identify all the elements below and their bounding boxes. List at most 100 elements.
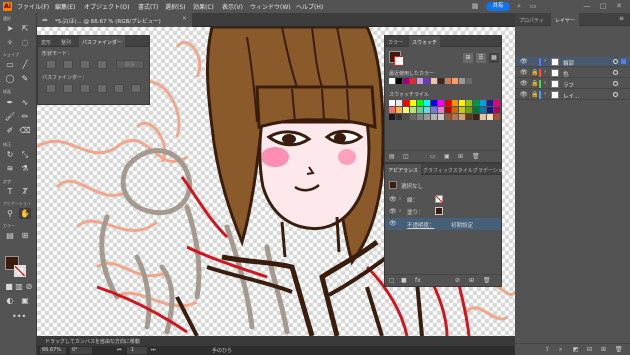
- layer-target-icon[interactable]: [613, 59, 618, 64]
- swatch[interactable]: [389, 107, 395, 113]
- eraser-tool-icon[interactable]: ⌫: [19, 125, 31, 136]
- swatch[interactable]: [410, 114, 416, 120]
- recent-color-swatch[interactable]: [438, 78, 444, 84]
- delete-swatch-icon[interactable]: 🗑: [472, 153, 480, 160]
- recent-color-swatch[interactable]: [466, 78, 472, 84]
- swatch[interactable]: [445, 107, 451, 113]
- direct-selection-tool-icon[interactable]: ⇱: [19, 23, 31, 34]
- swatch[interactable]: [452, 107, 458, 113]
- layer-lock-icon[interactable]: 🔒: [531, 80, 538, 87]
- swatch[interactable]: [438, 100, 444, 106]
- recent-color-swatch[interactable]: [431, 78, 437, 84]
- exclude-button[interactable]: [97, 60, 107, 69]
- more-tools-icon[interactable]: •••: [12, 311, 26, 322]
- swatch[interactable]: [452, 100, 458, 106]
- layer-name[interactable]: 輪郭: [563, 59, 574, 67]
- magic-wand-icon[interactable]: ✧: [4, 37, 16, 48]
- swatch[interactable]: [410, 107, 416, 113]
- swatch[interactable]: [417, 114, 423, 120]
- crop-button[interactable]: [97, 84, 107, 93]
- layer-lock-icon[interactable]: 🔒: [531, 69, 538, 76]
- ellipse-tool-icon[interactable]: ◯: [4, 73, 16, 84]
- delete-layer-icon[interactable]: 🗑: [615, 346, 623, 353]
- layer-name[interactable]: ラフ: [563, 81, 574, 89]
- swatch[interactable]: [487, 107, 493, 113]
- add-stroke-icon[interactable]: ▢: [389, 277, 395, 284]
- fill-row[interactable]: 👁 › 塗り：: [385, 206, 501, 217]
- tab-transform[interactable]: 変形: [41, 36, 51, 47]
- draw-mode-icon[interactable]: ◐: [4, 295, 16, 306]
- mesh-tool-icon[interactable]: ⊞: [19, 230, 31, 241]
- new-layer-icon[interactable]: ⊞: [601, 346, 606, 353]
- swatch[interactable]: [466, 100, 472, 106]
- width-tool-icon[interactable]: ≋: [4, 163, 16, 174]
- stroke-visibility-eye-icon[interactable]: 👁: [389, 196, 397, 203]
- type-on-path-icon[interactable]: Ⱦ: [19, 186, 31, 197]
- layer-expand-chevron-icon[interactable]: ›: [544, 58, 546, 64]
- zoom-tool-icon[interactable]: ⚲: [4, 208, 16, 219]
- layer-visibility-eye-icon[interactable]: 👁: [520, 80, 528, 87]
- swatch[interactable]: [431, 107, 437, 113]
- recent-color-swatch[interactable]: [403, 78, 409, 84]
- scale-tool-icon[interactable]: ⤡: [19, 149, 31, 160]
- current-stroke-swatch[interactable]: [394, 56, 404, 66]
- fill-expand-chevron-icon[interactable]: ›: [399, 208, 401, 214]
- opacity-row[interactable]: 👁 不透明度： 初期設定: [385, 218, 501, 230]
- recent-color-swatch[interactable]: [452, 78, 458, 84]
- layer-row[interactable]: 👁 🔒 › ラフ: [515, 79, 630, 89]
- swatch[interactable]: [459, 107, 465, 113]
- artboard-number-field[interactable]: 1: [127, 347, 147, 354]
- minus-front-button[interactable]: [63, 60, 73, 69]
- gradient-tool-icon[interactable]: ▤: [4, 230, 16, 241]
- swatch-libraries-menu-icon[interactable]: ▤: [389, 153, 395, 160]
- swatch[interactable]: [480, 100, 486, 106]
- swatch[interactable]: [487, 100, 493, 106]
- screen-mode-icon[interactable]: ▣: [19, 295, 31, 306]
- layer-lock-icon[interactable]: 🔒: [531, 91, 538, 98]
- rotation-field[interactable]: 0°: [70, 347, 92, 354]
- swatch[interactable]: [466, 107, 472, 113]
- menu-edit[interactable]: 編集(E): [55, 2, 75, 11]
- clear-appearance-icon[interactable]: ⊘: [455, 277, 460, 284]
- swatch[interactable]: [417, 100, 423, 106]
- swatch[interactable]: [480, 114, 486, 120]
- merge-button[interactable]: [80, 84, 90, 93]
- export-icon[interactable]: ⇪: [545, 346, 550, 353]
- new-color-group-icon[interactable]: ▣: [444, 153, 450, 160]
- swatch[interactable]: [403, 114, 409, 120]
- new-swatch-icon[interactable]: ⊞: [458, 153, 463, 160]
- tab-gradient[interactable]: グラデーション: [473, 164, 508, 175]
- divide-button[interactable]: [46, 84, 56, 93]
- swatch[interactable]: [403, 100, 409, 106]
- tab-swatches[interactable]: スウォッチ: [409, 36, 441, 47]
- swatch-options-icon[interactable]: ▭: [430, 153, 436, 160]
- swatch[interactable]: [389, 100, 395, 106]
- grid-view-icon[interactable]: ▦: [489, 53, 499, 63]
- tab-pathfinder[interactable]: パスファインダー: [79, 36, 126, 47]
- maximize-button[interactable]: □: [598, 2, 608, 11]
- layers-panel-menu-icon[interactable]: ≡: [619, 15, 624, 22]
- workspace-icon[interactable]: ▭: [528, 2, 538, 11]
- swatch[interactable]: [431, 114, 437, 120]
- shaper-tool-icon[interactable]: ✎: [19, 73, 31, 84]
- stroke-expand-chevron-icon[interactable]: ›: [399, 196, 401, 202]
- duplicate-item-icon[interactable]: ⊞: [469, 277, 474, 284]
- swatch[interactable]: [494, 100, 500, 106]
- recent-color-swatch[interactable]: [424, 78, 430, 84]
- swatch[interactable]: [403, 107, 409, 113]
- layer-target-icon[interactable]: [613, 92, 618, 97]
- minus-back-button[interactable]: [131, 84, 141, 93]
- show-kinds-icon[interactable]: ◫: [403, 153, 409, 160]
- last-artboard-icon[interactable]: ⏭: [151, 347, 156, 353]
- tab-layers[interactable]: レイヤー: [551, 13, 579, 26]
- blob-brush-icon[interactable]: ✐: [4, 125, 16, 136]
- layer-visibility-eye-icon[interactable]: 👁: [520, 91, 528, 98]
- swatch[interactable]: [487, 114, 493, 120]
- type-tool-icon[interactable]: T: [4, 186, 16, 197]
- layer-expand-chevron-icon[interactable]: ›: [544, 80, 546, 86]
- clipping-mask-icon[interactable]: ◩: [573, 346, 579, 353]
- swatch[interactable]: [410, 100, 416, 106]
- tab-appearance[interactable]: アピアランス: [385, 164, 421, 175]
- lasso-icon[interactable]: ◌: [19, 37, 31, 48]
- first-artboard-icon[interactable]: ⏮: [117, 347, 122, 353]
